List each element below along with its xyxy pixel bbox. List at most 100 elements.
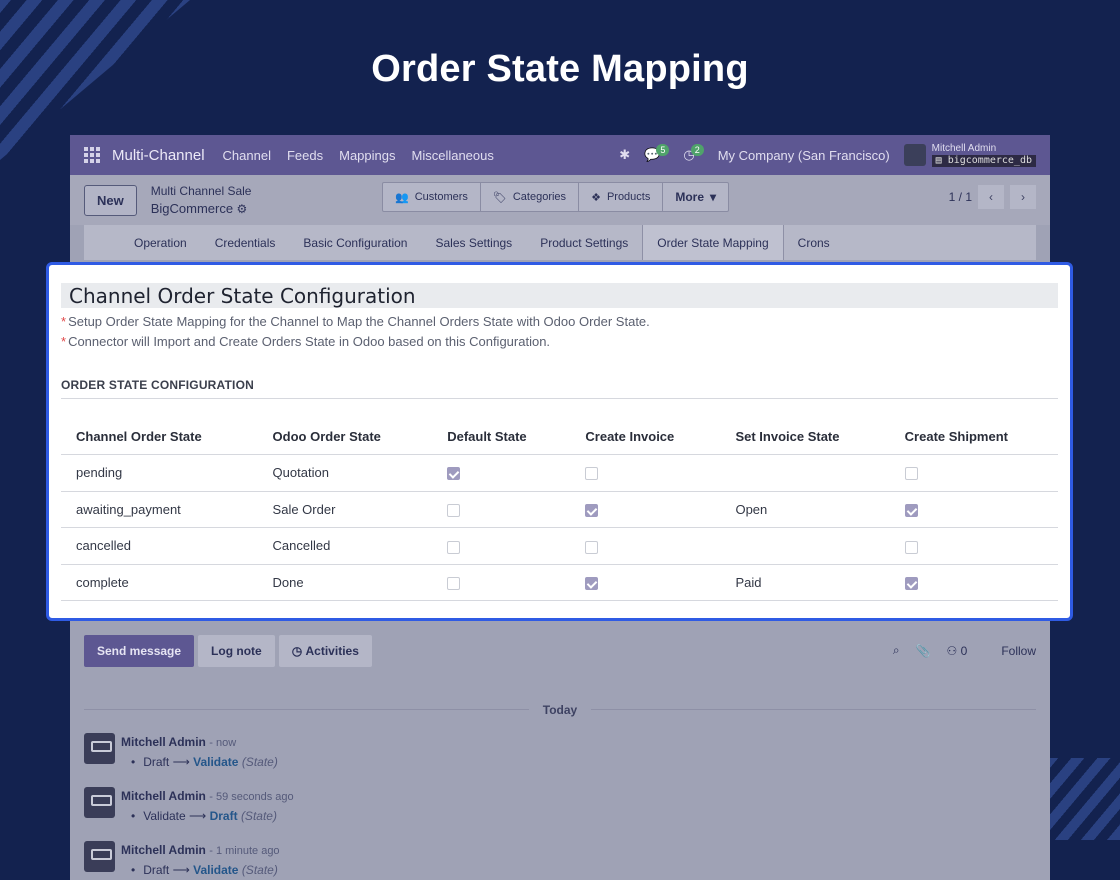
user-name: Mitchell Admin [931,143,997,154]
note-text: Connector will Import and Create Orders … [68,334,551,349]
default-state-checkbox[interactable] [447,503,461,517]
invoice-state-cell[interactable] [720,454,890,492]
section-label: ORDER STATE CONFIGURATION [61,378,1058,399]
pager-value[interactable]: 1 / 1 [949,190,972,204]
smart-buttons: 👥 Customers 🏷 Categories ❖ Products More ▾ [382,182,730,212]
avatar [84,733,115,764]
customers-label: Customers [414,191,468,203]
odoo-state-cell[interactable]: Quotation [257,454,433,492]
paperclip-icon[interactable]: 📎 [916,644,931,658]
channel-state-cell[interactable]: awaiting_payment [61,491,258,529]
followers-count: 0 [960,643,968,658]
products-button[interactable]: ❖ Products [579,183,664,211]
invoice-state-cell[interactable]: Open [720,491,890,529]
tab-crons[interactable]: Crons [784,225,844,260]
pager-next-icon[interactable]: › [1010,185,1036,209]
breadcrumb: Multi Channel Sale BigCommerce ⚙ [151,182,252,218]
search-icon[interactable]: ⌕ [893,643,900,658]
tab-product-settings[interactable]: Product Settings [526,225,642,260]
bug-icon[interactable]: ✱ [619,147,630,163]
company-switcher[interactable]: My Company (San Francisco) [718,148,890,163]
bullet-icon: • [131,863,136,877]
activities-icon[interactable]: ◷2 [683,144,704,163]
arrow-right-icon: ⟶ [172,863,190,877]
create-invoice-checkbox[interactable] [585,540,599,554]
more-label: More [675,190,705,204]
message-field: (State) [241,755,278,769]
bullet-icon: • [131,755,136,769]
message-field: (State) [240,809,277,823]
channel-state-cell[interactable]: complete [61,564,258,602]
avatar [903,144,926,166]
state-mapping-table: Channel Order State Odoo Order State Def… [61,421,1058,602]
required-star: * [61,334,67,349]
categories-label: Categories [512,191,567,203]
table-row[interactable]: cancelled Cancelled [61,527,1058,565]
tab-operation[interactable]: Operation [120,225,201,260]
products-label: Products [606,191,651,203]
messages-icon[interactable]: 💬5 [644,144,670,163]
message-time: - 1 minute ago [209,845,280,857]
tab-order-state-mapping[interactable]: Order State Mapping [642,225,784,260]
table-row[interactable]: complete Done Paid [61,564,1058,602]
message-author[interactable]: Mitchell Admin [121,789,206,803]
message-author[interactable]: Mitchell Admin [121,843,206,857]
customers-button[interactable]: 👥 Customers [383,183,481,211]
info-note: * Setup Order State Mapping for the Chann… [61,315,1058,328]
caret-down-icon: ▾ [710,190,717,204]
create-shipment-checkbox[interactable] [904,577,918,591]
odoo-state-cell[interactable]: Done [257,564,433,602]
invoice-state-cell[interactable]: Paid [720,564,890,602]
breadcrumb-parent[interactable]: Multi Channel Sale [151,182,252,200]
create-invoice-checkbox[interactable] [585,467,599,481]
tab-sales-settings[interactable]: Sales Settings [421,225,526,260]
messages-badge: 5 [656,144,670,156]
tab-credentials[interactable]: Credentials [201,225,290,260]
channel-state-cell[interactable]: pending [61,454,258,492]
activities-button[interactable]: ◷ Activities [278,635,372,667]
create-shipment-checkbox[interactable] [904,503,918,517]
default-state-checkbox[interactable] [447,467,461,481]
menu-miscellaneous[interactable]: Miscellaneous [412,148,494,163]
table-row[interactable]: pending Quotation [61,454,1058,492]
menu-channel[interactable]: Channel [223,148,271,163]
default-state-checkbox[interactable] [447,540,461,554]
table-row[interactable]: awaiting_payment Sale Order Open [61,491,1058,529]
clock-icon: ◷ [291,644,306,658]
column-header: Channel Order State [61,421,258,455]
tag-icon: 🏷 [492,191,507,204]
top-navbar: Multi-Channel Channel Feeds Mappings Mis… [70,135,1050,175]
message-field: (State) [241,863,278,877]
user-menu[interactable]: Mitchell Admin ▤ bigcommerce_db [903,143,1036,167]
activities-label: Activities [305,644,359,658]
chatter-actions: Send message Log note ◷ Activities [84,635,372,667]
breadcrumb-record: BigCommerce [150,201,234,216]
categories-button[interactable]: 🏷 Categories [481,183,580,211]
new-button[interactable]: New [84,184,137,216]
create-shipment-checkbox[interactable] [904,467,918,481]
create-invoice-checkbox[interactable] [585,577,599,591]
avatar [84,841,115,872]
create-invoice-checkbox[interactable] [585,503,599,517]
create-shipment-checkbox[interactable] [904,540,918,554]
more-button[interactable]: More ▾ [663,183,728,211]
pager-previous-icon[interactable]: ‹ [978,185,1004,209]
app-name[interactable]: Multi-Channel [112,147,205,164]
gear-icon[interactable]: ⚙ [236,202,247,216]
message-from: Draft [143,755,170,769]
decorative-stripes [1050,758,1120,840]
message-author[interactable]: Mitchell Admin [121,735,206,749]
invoice-state-cell[interactable] [720,527,890,565]
odoo-state-cell[interactable]: Sale Order [257,491,433,529]
follow-button[interactable]: Follow [1001,644,1036,658]
followers-button[interactable]: ⚇ 0 [947,644,968,658]
default-state-checkbox[interactable] [447,577,461,591]
menu-feeds[interactable]: Feeds [287,148,323,163]
menu-mappings[interactable]: Mappings [339,148,395,163]
odoo-state-cell[interactable]: Cancelled [257,527,433,565]
channel-state-cell[interactable]: cancelled [61,527,258,565]
tab-basic-configuration[interactable]: Basic Configuration [289,225,421,260]
log-note-button[interactable]: Log note [198,635,275,667]
send-message-button[interactable]: Send message [84,635,195,667]
apps-grid-icon[interactable] [84,147,100,163]
